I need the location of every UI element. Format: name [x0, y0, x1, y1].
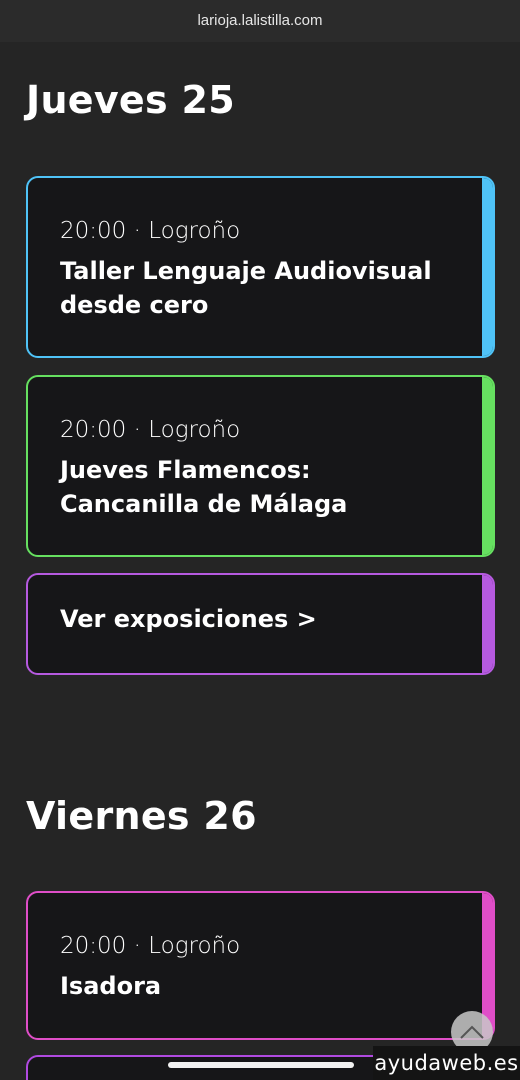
- browser-url-bar[interactable]: larioja.lalistilla.com: [0, 0, 520, 42]
- event-title: Isadora: [60, 972, 162, 1000]
- link-label: Ver exposiciones >: [60, 605, 317, 633]
- watermark: ayudaweb.es: [373, 1046, 520, 1080]
- chevron-up-icon: [460, 1025, 484, 1039]
- event-card[interactable]: 20:00 · Logroño Jueves Flamencos: Cancan…: [26, 375, 495, 557]
- event-meta: 20:00 · Logroño: [60, 933, 241, 959]
- ver-exposiciones-link[interactable]: Ver exposiciones >: [26, 573, 495, 675]
- event-color-stripe: [482, 377, 493, 555]
- event-color-stripe: [482, 178, 493, 356]
- watermark-text: ayudaweb.es: [374, 1051, 519, 1075]
- day-heading-viernes: Viernes 26: [26, 794, 257, 838]
- day-heading-jueves: Jueves 25: [26, 78, 235, 122]
- home-indicator[interactable]: [168, 1062, 354, 1068]
- event-card[interactable]: 20:00 · Logroño Isadora: [26, 891, 495, 1040]
- event-title: Taller Lenguaje Audiovisual desde cero: [60, 257, 432, 319]
- url-text: larioja.lalistilla.com: [197, 11, 323, 29]
- event-meta: 20:00 · Logroño: [60, 218, 241, 244]
- event-meta: 20:00 · Logroño: [60, 417, 241, 443]
- link-color-stripe: [482, 575, 493, 673]
- event-title: Jueves Flamencos: Cancanilla de Málaga: [60, 456, 348, 518]
- event-card[interactable]: 20:00 · Logroño Taller Lenguaje Audiovis…: [26, 176, 495, 358]
